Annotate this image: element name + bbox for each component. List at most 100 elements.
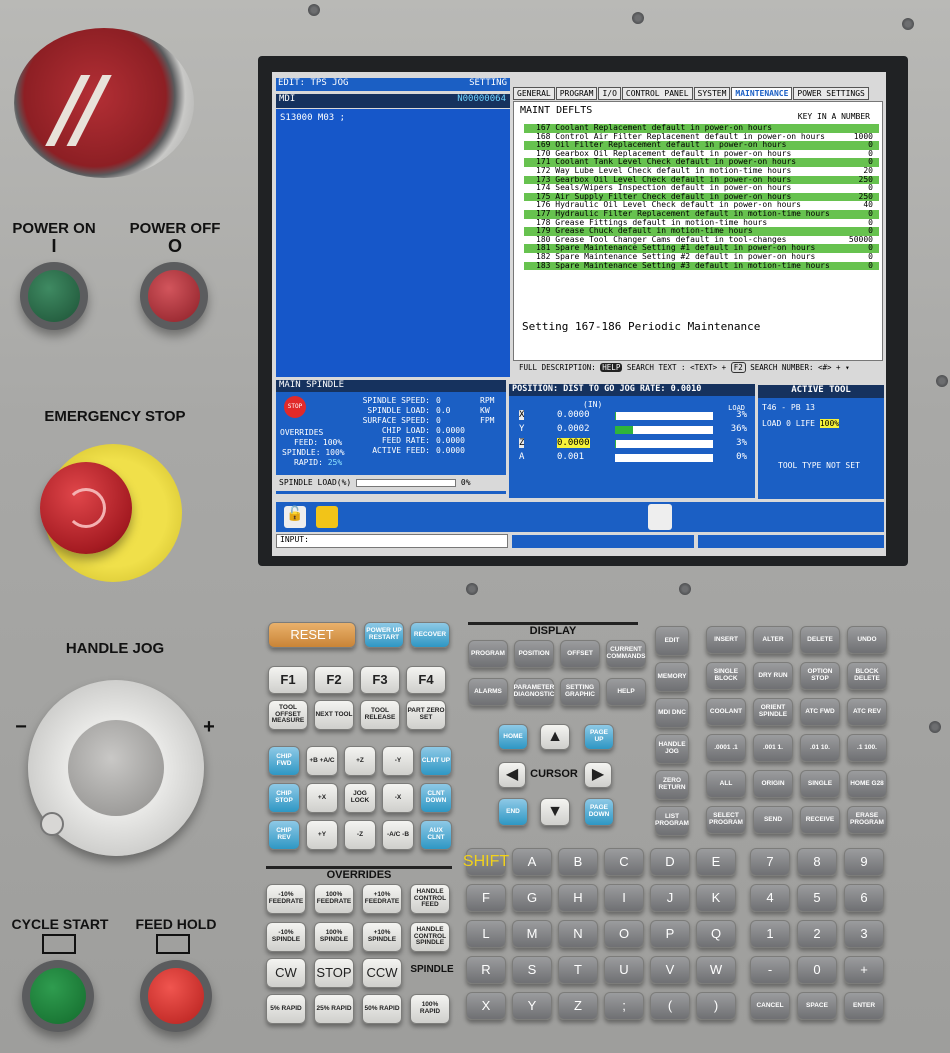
list-program-button[interactable]: LIST PROGRAM <box>655 806 689 836</box>
receive-button[interactable]: RECEIVE <box>800 806 840 834</box>
option-stop-button[interactable]: OPTION STOP <box>800 662 840 690</box>
key-k[interactable]: K <box>696 884 736 912</box>
coolant-button[interactable]: COOLANT <box>706 698 746 726</box>
numpad-5-key[interactable]: 5 <box>797 884 837 912</box>
numpad-space-key[interactable]: SPACE <box>797 992 837 1020</box>
override-handle-control-spindle-button[interactable]: HANDLE CONTROL SPINDLE <box>410 922 450 952</box>
next-tool-button[interactable]: NEXT TOOL <box>314 700 354 730</box>
tab-maintenance[interactable]: MAINTENANCE <box>731 87 793 100</box>
alarms-button[interactable]: ALARMS <box>468 678 508 706</box>
mdi-editor[interactable]: S13000 M03 ; <box>276 109 510 377</box>
insert-button[interactable]: INSERT <box>706 626 746 654</box>
key-e[interactable]: E <box>696 848 736 876</box>
memory-button[interactable]: MEMORY <box>655 662 689 692</box>
f2-key[interactable]: F2 <box>314 666 354 694</box>
tab-io[interactable]: I/O <box>598 87 621 100</box>
numpad-0-key[interactable]: 0 <box>797 956 837 984</box>
dry-run-button[interactable]: DRY RUN <box>753 662 793 690</box>
handle-jog-dial[interactable] <box>28 680 204 856</box>
f1-key[interactable]: F1 <box>268 666 308 694</box>
position-button[interactable]: POSITION <box>514 640 554 668</box>
1-100-button[interactable]: .1 100. <box>847 734 887 762</box>
key-i[interactable]: I <box>604 884 644 912</box>
reset-button[interactable]: RESET <box>268 622 356 648</box>
jog-clnt-up-button[interactable]: CLNT UP <box>420 746 452 776</box>
tab-general[interactable]: GENERAL <box>513 87 555 100</box>
key-p[interactable]: P <box>650 920 690 948</box>
numpad-3-key[interactable]: 3 <box>844 920 884 948</box>
origin-button[interactable]: ORIGIN <box>753 770 793 798</box>
key-c[interactable]: C <box>604 848 644 876</box>
maint-row[interactable]: 183 Spare Maintenance Setting #3 default… <box>524 261 879 271</box>
numpad-sym-key[interactable]: - <box>750 956 790 984</box>
power-up-restart-button[interactable]: POWER UP RESTART <box>364 622 404 648</box>
numpad-enter-key[interactable]: ENTER <box>844 992 884 1020</box>
key-z[interactable]: Z <box>558 992 598 1020</box>
page-down-button[interactable]: PAGE DOWN <box>584 798 614 826</box>
part-zero-set-button[interactable]: PART ZERO SET <box>406 700 446 730</box>
key-w[interactable]: W <box>696 956 736 984</box>
jog-y-button[interactable]: +Y <box>306 820 338 850</box>
handle-jog-button[interactable]: HANDLE JOG <box>655 734 689 764</box>
001-1-button[interactable]: .001 1. <box>753 734 793 762</box>
override-100-feedrate-button[interactable]: 100% FEEDRATE <box>314 884 354 914</box>
override-cw-button[interactable]: CW <box>266 958 306 988</box>
cursor-up-button[interactable]: ▲ <box>540 724 570 750</box>
current-commands-button[interactable]: CURRENT COMMANDS <box>606 640 646 668</box>
01-10-button[interactable]: .01 10. <box>800 734 840 762</box>
override-ccw-button[interactable]: CCW <box>362 958 402 988</box>
key-t[interactable]: T <box>558 956 598 984</box>
numpad-2-key[interactable]: 2 <box>797 920 837 948</box>
orient-spindle-button[interactable]: ORIENT SPINDLE <box>753 698 793 726</box>
numpad-cancel-key[interactable]: CANCEL <box>750 992 790 1020</box>
power-off-button[interactable] <box>140 262 208 330</box>
jog-x-button[interactable]: -X <box>382 783 414 813</box>
jog-a-c-b-button[interactable]: -A/C -B <box>382 820 414 850</box>
alter-button[interactable]: ALTER <box>753 626 793 654</box>
key-q[interactable]: Q <box>696 920 736 948</box>
jog-z-button[interactable]: -Z <box>344 820 376 850</box>
setting-graphic-button[interactable]: SETTING GRAPHIC <box>560 678 600 706</box>
feed-hold-button[interactable] <box>140 960 212 1032</box>
key-d[interactable]: D <box>650 848 690 876</box>
home-button[interactable]: HOME <box>498 724 528 750</box>
numpad-4-key[interactable]: 4 <box>750 884 790 912</box>
jog-b-a-c-button[interactable]: +B +A/C <box>306 746 338 776</box>
help-button[interactable]: HELP <box>606 678 646 706</box>
key-sym[interactable]: ( <box>650 992 690 1020</box>
numpad-sym-key[interactable]: + <box>844 956 884 984</box>
home-g28-button[interactable]: HOME G28 <box>847 770 887 798</box>
key-m[interactable]: M <box>512 920 552 948</box>
tab-power-settings[interactable]: POWER SETTINGS <box>793 87 869 100</box>
jog-aux-clnt-button[interactable]: AUX CLNT <box>420 820 452 850</box>
key-h[interactable]: H <box>558 884 598 912</box>
override-stop-button[interactable]: STOP <box>314 958 354 988</box>
select-program-button[interactable]: SELECT PROGRAM <box>706 806 746 834</box>
numpad-9-key[interactable]: 9 <box>844 848 884 876</box>
key-x[interactable]: X <box>466 992 506 1020</box>
override-50-rapid-button[interactable]: 50% RAPID <box>362 994 402 1024</box>
zero-return-button[interactable]: ZERO RETURN <box>655 770 689 800</box>
mdi-dnc-button[interactable]: MDI DNC <box>655 698 689 728</box>
key-f[interactable]: F <box>466 884 506 912</box>
key-l[interactable]: L <box>466 920 506 948</box>
undo-button[interactable]: UNDO <box>847 626 887 654</box>
all-button[interactable]: ALL <box>706 770 746 798</box>
numpad-1-key[interactable]: 1 <box>750 920 790 948</box>
numpad-6-key[interactable]: 6 <box>844 884 884 912</box>
cursor-down-button[interactable]: ▼ <box>540 798 570 826</box>
numpad-8-key[interactable]: 8 <box>797 848 837 876</box>
override-100-spindle-button[interactable]: 100% SPINDLE <box>314 922 354 952</box>
cursor-right-button[interactable]: ▶ <box>584 762 612 788</box>
single-button[interactable]: SINGLE <box>800 770 840 798</box>
key-u[interactable]: U <box>604 956 644 984</box>
key-y[interactable]: Y <box>512 992 552 1020</box>
key-b[interactable]: B <box>558 848 598 876</box>
atc-fwd-button[interactable]: ATC FWD <box>800 698 840 726</box>
tool-release-button[interactable]: TOOL RELEASE <box>360 700 400 730</box>
key-v[interactable]: V <box>650 956 690 984</box>
override-handle-control-feed-button[interactable]: HANDLE CONTROL FEED <box>410 884 450 914</box>
emergency-stop-button[interactable] <box>40 462 132 554</box>
key-sym[interactable]: ) <box>696 992 736 1020</box>
tab-system[interactable]: SYSTEM <box>693 87 731 100</box>
